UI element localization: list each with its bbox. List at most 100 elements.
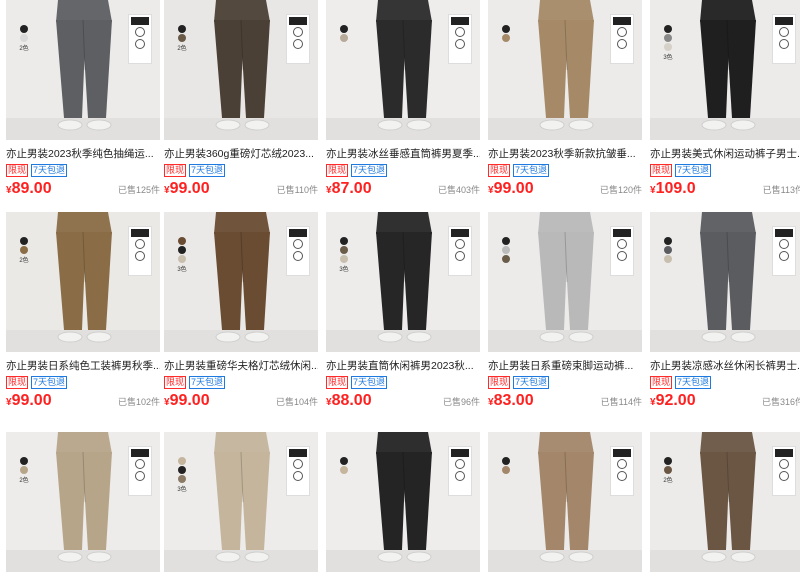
return-badge: 7天包退 [189,164,226,177]
color-swatch-dot [502,255,510,263]
product-card[interactable]: 2色 亦止男装日系纯色工装裤男秋季... 限现 7天包退 ¥99.00 已售102件 [6,212,160,414]
color-swatch-dot [178,25,186,33]
return-badge: 7天包退 [675,376,712,389]
product-card[interactable]: 2色 亦止男装2023秋季纯色抽绳运... 限现 7天包退 ¥89.00 已售125件 [6,0,160,202]
product-card[interactable]: 3色 亦止男装美式休闲运动裤子男士... 限现 7天包退 ¥109.0 已售113件 [650,0,800,202]
product-card[interactable]: 2色 [6,432,160,572]
color-swatch-dot [340,457,348,465]
return-badge: 7天包退 [513,376,550,389]
color-count: 2色 [19,478,29,484]
color-swatch-badge [334,24,354,43]
price: ¥99.00 [164,180,210,198]
return-badge: 7天包退 [513,164,550,177]
product-title[interactable]: 亦止男装日系重磅束脚运动裤... [488,359,642,373]
product-image[interactable] [326,0,480,140]
product-title[interactable]: 亦止男装冰丝垂感直筒裤男夏季... [326,147,480,161]
product-image[interactable]: 2色 [6,0,160,140]
product-title[interactable]: 亦止男装2023秋季纯色抽绳运... [6,147,160,161]
price-row: ¥87.00 已售403件 [326,180,480,202]
product-image[interactable]: 3色 [650,0,800,140]
feature-tag-panel [772,446,796,496]
product-image[interactable]: 2色 [6,432,160,572]
product-card[interactable] [488,432,642,572]
product-title[interactable]: 亦止男装重磅华夫格灯芯绒休闲... [164,359,318,373]
product-image[interactable]: 3色 [164,432,318,572]
product-card[interactable] [326,432,480,572]
product-title[interactable]: 亦止男装凉感冰丝休闲长裤男士... [650,359,800,373]
product-image[interactable]: 2色 [164,0,318,140]
product-image[interactable] [326,432,480,572]
product-card[interactable]: 3色 亦止男装重磅华夫格灯芯绒休闲... 限现 7天包退 ¥99.00 已售104件 [164,212,318,414]
sold-count: 已售113件 [762,185,800,195]
product-image[interactable]: 3色 [164,212,318,352]
product-image[interactable]: 2色 [6,212,160,352]
product-card[interactable]: 亦止男装2023秋季新款抗皱垂... 限现 7天包退 ¥99.00 已售120件 [488,0,642,202]
return-badge: 7天包退 [189,376,226,389]
color-swatch-dot [664,466,672,474]
product-image[interactable]: 2色 [650,432,800,572]
product-title[interactable]: 亦止男装2023秋季新款抗皱垂... [488,147,642,161]
color-swatch-dot [20,34,28,42]
product-image[interactable] [488,0,642,140]
product-card[interactable]: 2色 [650,432,800,572]
color-swatch-badge: 3色 [334,236,354,273]
price: ¥99.00 [164,392,210,410]
product-image[interactable]: 3色 [326,212,480,352]
product-card[interactable]: 3色 [164,432,318,572]
price: ¥87.00 [326,180,372,198]
feature-tag-panel [286,226,310,276]
product-title[interactable]: 亦止男装直筒休闲裤男2023秋... [326,359,480,373]
color-swatch-dot [340,34,348,42]
product-image[interactable] [650,212,800,352]
price-amount: 99.00 [169,180,210,197]
sold-count: 已售403件 [437,185,480,195]
color-swatch-dot [20,457,28,465]
product-image[interactable] [488,432,642,572]
color-swatch-dot [178,34,186,42]
color-swatch-badge: 2色 [14,456,34,484]
product-card[interactable]: 3色 亦止男装直筒休闲裤男2023秋... 限现 7天包退 ¥88.00 已售96件 [326,212,480,414]
product-title[interactable]: 亦止男装日系纯色工装裤男秋季... [6,359,160,373]
color-swatch-dot [502,25,510,33]
price-row: ¥83.00 已售114件 [488,392,642,414]
color-swatch-dot [502,246,510,254]
price: ¥88.00 [326,392,372,410]
product-card[interactable]: 亦止男装凉感冰丝休闲长裤男士... 限现 7天包退 ¥92.00 已售316件 [650,212,800,414]
color-count: 2色 [19,46,29,52]
badge-row: 限现 7天包退 [6,164,160,177]
color-count: 2色 [19,258,29,264]
limited-badge: 限现 [488,164,511,177]
feature-tag-panel [772,14,796,64]
feature-tag-panel [772,226,796,276]
color-count: 3色 [177,487,187,493]
color-swatch-badge: 2色 [14,236,34,264]
color-swatch-dot [340,237,348,245]
feature-tag-panel [610,226,634,276]
price-amount: 99.00 [493,180,534,197]
feature-tag-panel [610,14,634,64]
limited-badge: 限现 [488,376,511,389]
color-swatch-badge: 3色 [658,24,678,61]
badge-row: 限现 7天包退 [326,164,480,177]
product-image[interactable] [488,212,642,352]
color-swatch-dot [178,246,186,254]
badge-row: 限现 7天包退 [6,376,160,389]
price: ¥89.00 [6,180,52,198]
product-card[interactable]: 亦止男装冰丝垂感直筒裤男夏季... 限现 7天包退 ¥87.00 已售403件 [326,0,480,202]
price-amount: 83.00 [493,392,534,409]
color-count: 2色 [177,46,187,52]
badge-row: 限现 7天包退 [488,164,642,177]
color-swatch-dot [502,466,510,474]
color-swatch-dot [664,255,672,263]
color-swatch-badge [658,236,678,264]
price-amount: 99.00 [169,392,210,409]
product-card[interactable]: 2色 亦止男装360g重磅灯芯绒2023... 限现 7天包退 ¥99.00 已售11… [164,0,318,202]
color-swatch-badge [496,24,516,43]
return-badge: 7天包退 [31,164,68,177]
color-swatch-dot [340,246,348,254]
product-title[interactable]: 亦止男装美式休闲运动裤子男士... [650,147,800,161]
price-amount: 89.00 [11,180,52,197]
product-title[interactable]: 亦止男装360g重磅灯芯绒2023... [164,147,318,161]
product-card[interactable]: 亦止男装日系重磅束脚运动裤... 限现 7天包退 ¥83.00 已售114件 [488,212,642,414]
feature-tag-panel [448,446,472,496]
